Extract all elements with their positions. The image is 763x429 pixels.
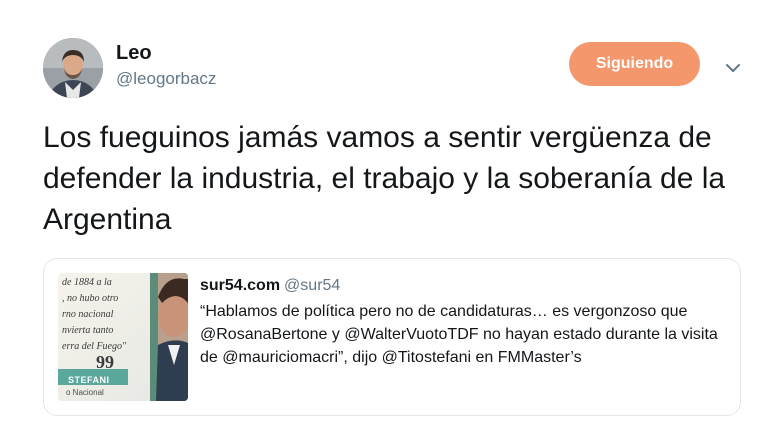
author-display-name[interactable]: Leo (116, 42, 152, 65)
quoted-tweet-header: sur54.com @sur54 (200, 277, 340, 295)
quoted-tweet-display-name[interactable]: sur54.com (200, 277, 280, 294)
thumbnail-text-line: de 1884 a la (62, 277, 112, 288)
user-avatar-image (43, 38, 103, 98)
thumbnail-text-line: rno nacional (62, 309, 114, 320)
quoted-tweet-text: “Hablamos de política pero no de candida… (200, 303, 718, 366)
thumbnail-name: STEFANI (68, 375, 110, 385)
thumbnail-text-line: , no hubo otro (62, 293, 119, 304)
following-button[interactable]: Siguiendo (569, 42, 700, 86)
chevron-down-icon[interactable] (722, 57, 744, 79)
author-avatar[interactable] (43, 38, 103, 98)
quoted-tweet-thumbnail: de 1884 a la , no hubo otro rno nacional… (58, 273, 188, 401)
thumbnail-text-line: nvierta tanto (62, 325, 114, 336)
tweet-text: Los fueguinos jamás vamos a sentir vergü… (43, 121, 726, 236)
thumbnail-subtitle: o Nacional (66, 388, 104, 397)
author-handle[interactable]: @leogorbacz (116, 69, 216, 89)
thumbnail-text-line: erra del Fuego" (62, 341, 127, 352)
tweet-card: Leo @leogorbacz Siguiendo Los fueguinos … (0, 0, 763, 429)
quoted-tweet-handle[interactable]: @sur54 (284, 277, 340, 294)
thumbnail-quote-mark: 99 (96, 352, 114, 372)
